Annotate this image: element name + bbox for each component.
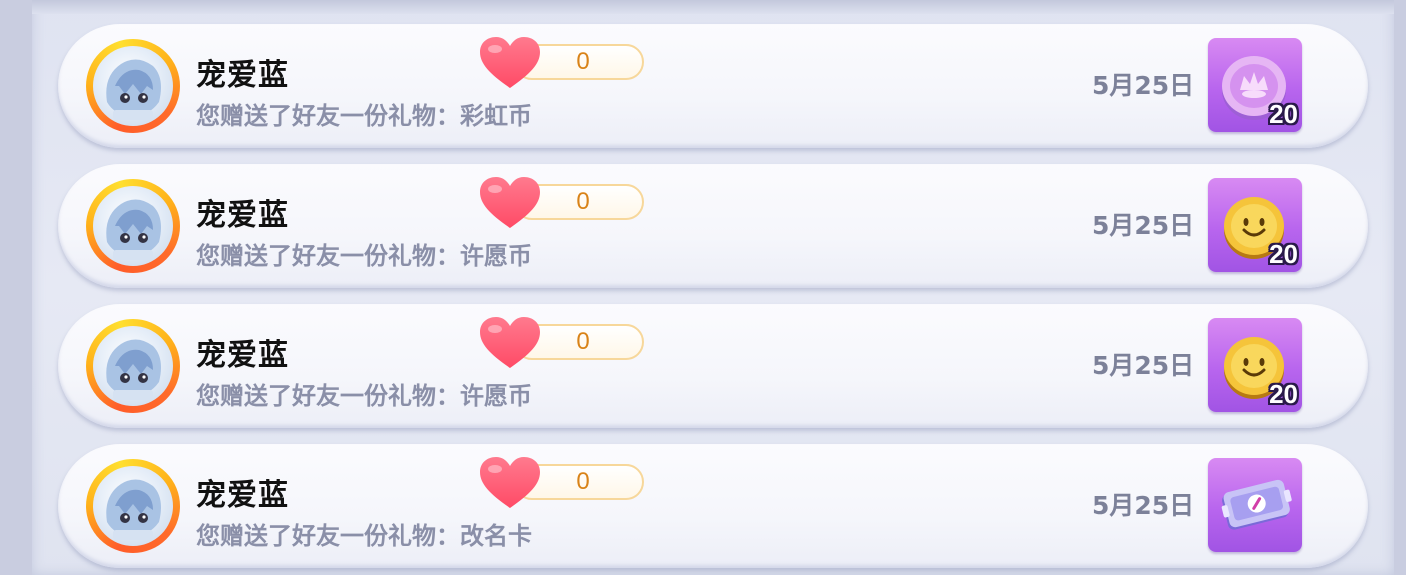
heart-like-icon[interactable]	[478, 456, 542, 510]
gift-description: 您赠送了好友一份礼物：改名卡	[196, 522, 532, 550]
like-count: 0	[576, 468, 590, 495]
gift-description: 您赠送了好友一份礼物：彩虹币	[196, 102, 532, 130]
gift-date: 5月25日	[1092, 351, 1195, 380]
heart-like-icon[interactable]	[478, 176, 542, 230]
gift-item-tile[interactable]: 20	[1208, 178, 1302, 272]
gift-quantity: 20	[1269, 239, 1298, 269]
avatar-image	[93, 46, 173, 126]
gift-quantity: 20	[1269, 379, 1298, 409]
avatar-image	[93, 466, 173, 546]
gift-item-tile[interactable]: 20	[1208, 38, 1302, 132]
username: 宠爱蓝	[196, 198, 289, 233]
gift-date: 5月25日	[1092, 491, 1195, 520]
username: 宠爱蓝	[196, 478, 289, 513]
rename-card-icon	[1221, 479, 1292, 530]
panel-top-edge	[32, 0, 1394, 14]
gift-date: 5月25日	[1092, 71, 1195, 100]
heart-like-icon[interactable]	[478, 36, 542, 90]
gift-quantity: 20	[1269, 99, 1298, 129]
gift-record-row: 宠爱蓝 您赠送了好友一份礼物：改名卡 0 5月25日	[58, 444, 1368, 568]
username: 宠爱蓝	[196, 58, 289, 93]
like-count: 0	[576, 48, 590, 75]
gift-record-row: 宠爱蓝 您赠送了好友一份礼物：许愿币 0 5月25日 20	[58, 304, 1368, 428]
avatar[interactable]	[86, 39, 180, 133]
avatar-image	[93, 326, 173, 406]
avatar[interactable]	[86, 459, 180, 553]
avatar-image	[93, 186, 173, 266]
gift-item-tile[interactable]: 20	[1208, 318, 1302, 412]
like-count: 0	[576, 188, 590, 215]
username: 宠爱蓝	[196, 338, 289, 373]
avatar[interactable]	[86, 179, 180, 273]
gift-date: 5月25日	[1092, 211, 1195, 240]
gift-description: 您赠送了好友一份礼物：许愿币	[196, 242, 532, 270]
gift-record-row: 宠爱蓝 您赠送了好友一份礼物：彩虹币 0 5月25日 20	[58, 24, 1368, 148]
like-count: 0	[576, 328, 590, 355]
heart-like-icon[interactable]	[478, 316, 542, 370]
avatar[interactable]	[86, 319, 180, 413]
gift-item-tile[interactable]	[1208, 458, 1302, 552]
gift-record-row: 宠爱蓝 您赠送了好友一份礼物：许愿币 0 5月25日 20	[58, 164, 1368, 288]
gift-description: 您赠送了好友一份礼物：许愿币	[196, 382, 532, 410]
